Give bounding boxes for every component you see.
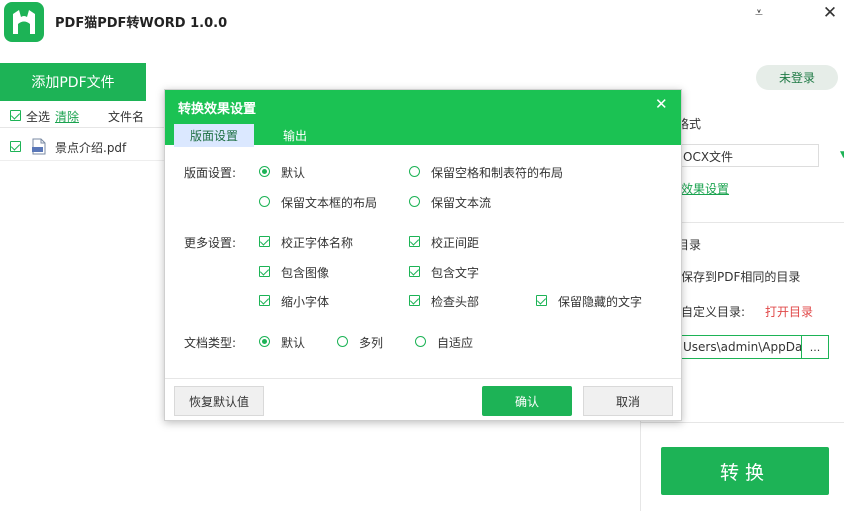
login-button[interactable]: 未登录 bbox=[756, 65, 838, 90]
open-dir-link[interactable]: 打开目录 bbox=[765, 303, 813, 320]
layout-default-label[interactable]: 默认 bbox=[281, 164, 305, 181]
file-checkbox[interactable] bbox=[10, 141, 21, 152]
dialog-header: 转换效果设置 ✕ 版面设置 输出 bbox=[165, 90, 681, 147]
check-header-label[interactable]: 检查头部 bbox=[431, 293, 479, 310]
app-logo-icon bbox=[4, 2, 44, 42]
select-all-checkbox[interactable] bbox=[10, 110, 21, 121]
fix-font-name-checkbox[interactable] bbox=[259, 236, 270, 247]
select-all-label[interactable]: 全选 bbox=[26, 108, 50, 125]
fix-font-name-label[interactable]: 校正字体名称 bbox=[281, 234, 353, 251]
app-title: PDF猫PDF转WORD 1.0.0 bbox=[55, 16, 228, 31]
doctype-multicolumn-label[interactable]: 多列 bbox=[359, 334, 383, 351]
chevron-down-icon: ▼ bbox=[840, 150, 844, 160]
format-select-value: OCX文件 bbox=[683, 150, 734, 164]
divider bbox=[641, 422, 844, 423]
format-select[interactable]: OCX文件 ▼ bbox=[679, 144, 844, 167]
doctype-default-radio[interactable] bbox=[259, 336, 270, 347]
keep-hidden-text-checkbox[interactable] bbox=[536, 295, 547, 306]
layout-keep-textbox-radio[interactable] bbox=[259, 196, 270, 207]
more-settings-label: 更多设置: bbox=[184, 236, 237, 250]
layout-keep-spaces-radio[interactable] bbox=[409, 166, 420, 177]
minimize-icon[interactable]: ⩡ bbox=[744, 2, 774, 24]
include-text-label[interactable]: 包含文字 bbox=[431, 264, 479, 281]
doc-type-label: 文档类型: bbox=[184, 336, 237, 350]
dialog-title: 转换效果设置 bbox=[178, 102, 257, 117]
clear-link[interactable]: 清除 bbox=[55, 108, 79, 125]
shrink-font-checkbox[interactable] bbox=[259, 295, 270, 306]
keep-hidden-text-label[interactable]: 保留隐藏的文字 bbox=[558, 293, 642, 310]
custom-dir-option[interactable]: 自定义目录: bbox=[681, 303, 745, 320]
add-pdf-button[interactable]: 添加PDF文件 bbox=[0, 63, 146, 101]
close-icon[interactable]: ✕ bbox=[655, 95, 668, 113]
layout-default-radio[interactable] bbox=[259, 166, 270, 177]
fix-spacing-label[interactable]: 校正间距 bbox=[431, 234, 479, 251]
layout-keep-flow-label[interactable]: 保留文本流 bbox=[431, 194, 491, 211]
doctype-adaptive-label[interactable]: 自适应 bbox=[437, 334, 473, 351]
column-header-filename: 文件名 bbox=[108, 110, 145, 124]
include-text-checkbox[interactable] bbox=[409, 266, 420, 277]
pdf-file-icon bbox=[32, 138, 46, 155]
include-images-checkbox[interactable] bbox=[259, 266, 270, 277]
fix-spacing-checkbox[interactable] bbox=[409, 236, 420, 247]
check-header-checkbox[interactable] bbox=[409, 295, 420, 306]
output-path-field[interactable]: Users\admin\AppDa bbox=[679, 335, 801, 359]
doctype-multicolumn-radio[interactable] bbox=[337, 336, 348, 347]
convert-button[interactable]: 转换 bbox=[661, 447, 829, 495]
doctype-default-label[interactable]: 默认 bbox=[281, 334, 305, 351]
same-dir-option[interactable]: 保存到PDF相同的目录 bbox=[681, 268, 800, 285]
doctype-adaptive-radio[interactable] bbox=[415, 336, 426, 347]
effect-settings-link[interactable]: 效果设置 bbox=[681, 180, 729, 197]
dialog-footer: 恢复默认值 确认 取消 bbox=[165, 378, 681, 420]
close-icon[interactable]: ✕ bbox=[815, 2, 844, 24]
conversion-settings-dialog: 转换效果设置 ✕ 版面设置 输出 版面设置: 默认 保留空格和制表符的布局 保留… bbox=[164, 89, 682, 421]
tab-output[interactable]: 输出 bbox=[265, 124, 325, 147]
include-images-label[interactable]: 包含图像 bbox=[281, 264, 329, 281]
layout-keep-textbox-label[interactable]: 保留文本框的布局 bbox=[281, 194, 377, 211]
title-bar: PDF猫PDF转WORD 1.0.0 ⩡ ✕ bbox=[0, 0, 844, 46]
shrink-font-label[interactable]: 缩小字体 bbox=[281, 293, 329, 310]
layout-settings-label: 版面设置: bbox=[184, 166, 237, 180]
browse-button[interactable]: ... bbox=[801, 335, 829, 359]
layout-keep-flow-radio[interactable] bbox=[409, 196, 420, 207]
reset-defaults-button[interactable]: 恢复默认值 bbox=[174, 386, 264, 416]
confirm-button[interactable]: 确认 bbox=[482, 386, 572, 416]
layout-keep-spaces-label[interactable]: 保留空格和制表符的布局 bbox=[431, 164, 563, 181]
cancel-button[interactable]: 取消 bbox=[583, 386, 673, 416]
tab-layout[interactable]: 版面设置 bbox=[174, 124, 254, 147]
file-name: 景点介绍.pdf bbox=[55, 141, 127, 155]
